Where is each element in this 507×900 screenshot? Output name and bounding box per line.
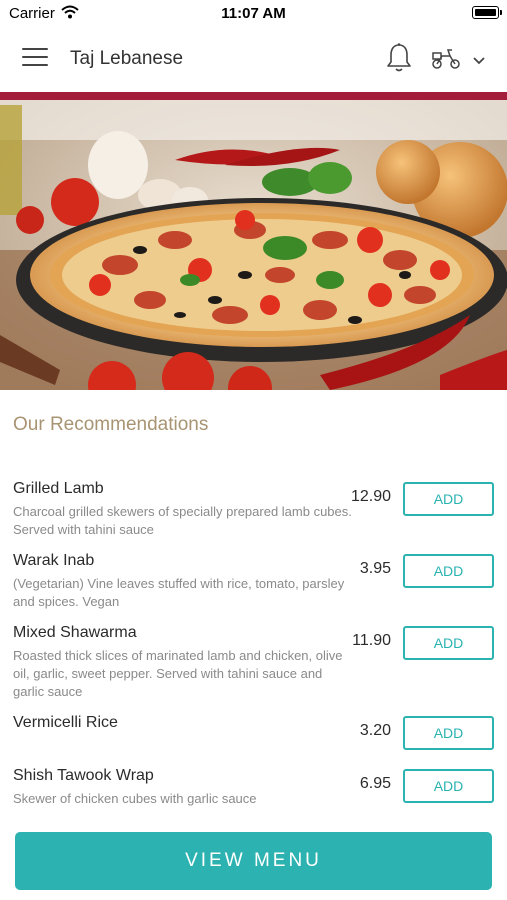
item-description: Skewer of chicken cubes with garlic sauc…	[13, 791, 257, 806]
add-button[interactable]: ADD	[403, 626, 494, 660]
item-price: 3.95	[359, 560, 391, 577]
add-button[interactable]: ADD	[403, 769, 494, 803]
item-description: (Vegetarian) Vine leaves stuffed with ri…	[13, 576, 345, 609]
scooter-delivery-icon[interactable]	[431, 46, 461, 75]
restaurant-title: Taj Lebanese	[70, 48, 184, 69]
item-price: 12.90	[350, 488, 391, 505]
chevron-down-icon[interactable]	[472, 53, 486, 71]
header-accent-bar	[0, 92, 507, 100]
item-name: Vermicelli Rice	[13, 714, 118, 731]
item-name: Grilled Lamb	[13, 480, 104, 497]
item-name: Mixed Shawarma	[13, 624, 137, 641]
add-button[interactable]: ADD	[403, 716, 494, 750]
battery-icon	[472, 6, 502, 19]
view-menu-button[interactable]: VIEW MENU	[15, 832, 492, 890]
clock: 11:07 AM	[221, 5, 286, 22]
hamburger-menu-icon[interactable]	[22, 48, 48, 70]
item-description: Charcoal grilled skewers of specially pr…	[13, 504, 352, 537]
item-price: 11.90	[352, 632, 391, 649]
add-button[interactable]: ADD	[403, 482, 494, 516]
item-name: Warak Inab	[13, 552, 95, 569]
item-price: 6.95	[359, 775, 391, 792]
hero-pizza-image	[0, 100, 507, 390]
item-description: Roasted thick slices of marinated lamb a…	[13, 648, 343, 699]
status-bar: Carrier 11:07 AM	[0, 0, 507, 28]
item-name: Shish Tawook Wrap	[13, 767, 154, 784]
app-header: Taj Lebanese	[0, 28, 507, 92]
item-price: 3.20	[359, 722, 391, 739]
add-button[interactable]: ADD	[403, 554, 494, 588]
bell-icon[interactable]	[386, 42, 412, 79]
section-title-recommendations: Our Recommendations	[13, 414, 209, 435]
